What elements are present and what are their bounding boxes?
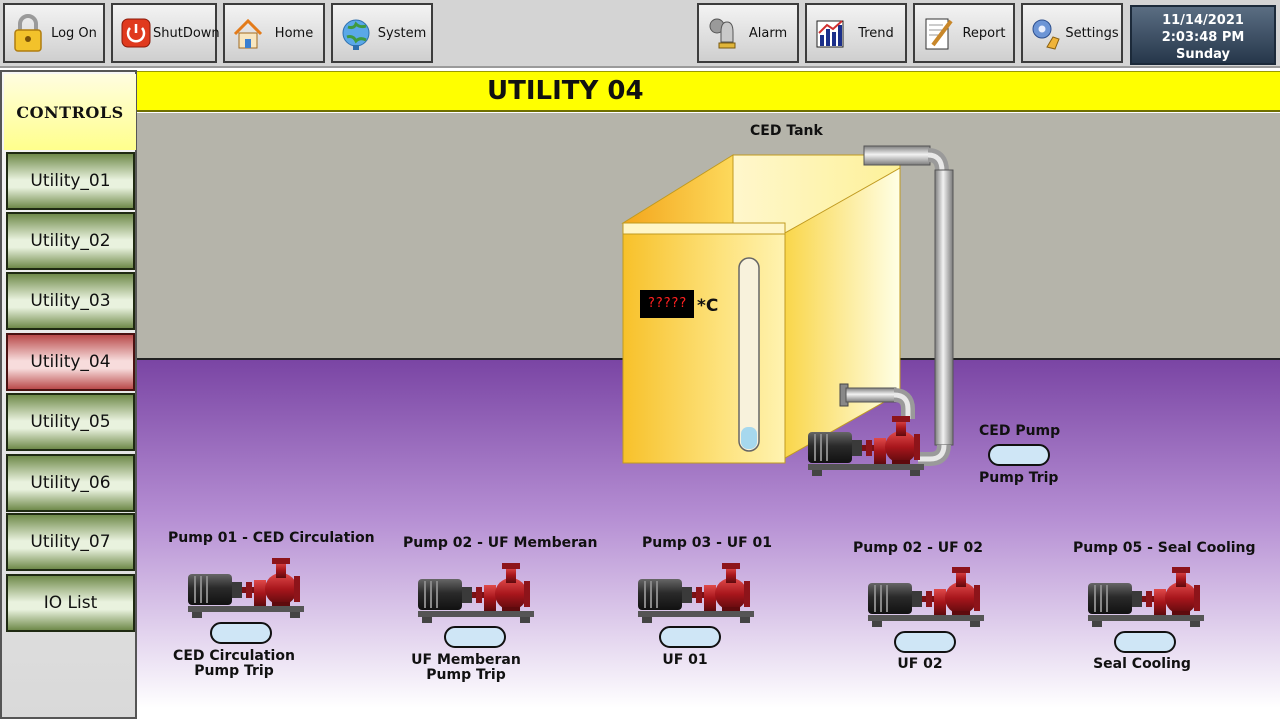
ced-pump-status-label: Pump Trip — [979, 470, 1059, 486]
pump-03-title: Pump 03 - UF 01 — [642, 535, 773, 551]
pump-01-title: Pump 01 - CED Circulation — [168, 530, 375, 546]
pump-03-status-label: UF 01 — [662, 652, 708, 668]
pump-01-status-label: CED Circulation Pump Trip — [173, 648, 295, 679]
pump-01-icon[interactable] — [186, 554, 308, 620]
pump-01-status-indicator[interactable] — [210, 622, 272, 644]
pump-04-status-label: UF 02 — [897, 656, 943, 672]
pump-04-icon[interactable] — [866, 563, 988, 629]
pump-02-title: Pump 02 - UF Memberan — [403, 535, 598, 551]
hmi-screen: Log On ShutDown Home System Alarm Trend … — [0, 0, 1280, 719]
pump-04-title: Pump 02 - UF 02 — [853, 540, 984, 556]
pump-02-status-indicator[interactable] — [444, 626, 506, 648]
tank-label: CED Tank — [750, 123, 823, 139]
pump-03-status-indicator[interactable] — [659, 626, 721, 648]
ced-pump-status-indicator[interactable] — [988, 444, 1050, 466]
pump-02-status-label: UF Memberan Pump Trip — [411, 652, 521, 683]
ced-pump-label: CED Pump — [979, 423, 1061, 439]
pump-05-icon[interactable] — [1086, 563, 1208, 629]
pump-03-icon[interactable] — [636, 559, 758, 625]
tank-temperature-unit: *C — [697, 296, 719, 316]
ced-pump-icon[interactable] — [806, 412, 928, 478]
pump-02-icon[interactable] — [416, 559, 538, 625]
pump-05-status-indicator[interactable] — [1114, 631, 1176, 653]
pump-04-status-indicator[interactable] — [894, 631, 956, 653]
pump-05-title: Pump 05 - Seal Cooling — [1073, 540, 1256, 556]
tank-temperature-value: ????? — [640, 290, 694, 318]
pump-05-status-label: Seal Cooling — [1093, 656, 1191, 672]
